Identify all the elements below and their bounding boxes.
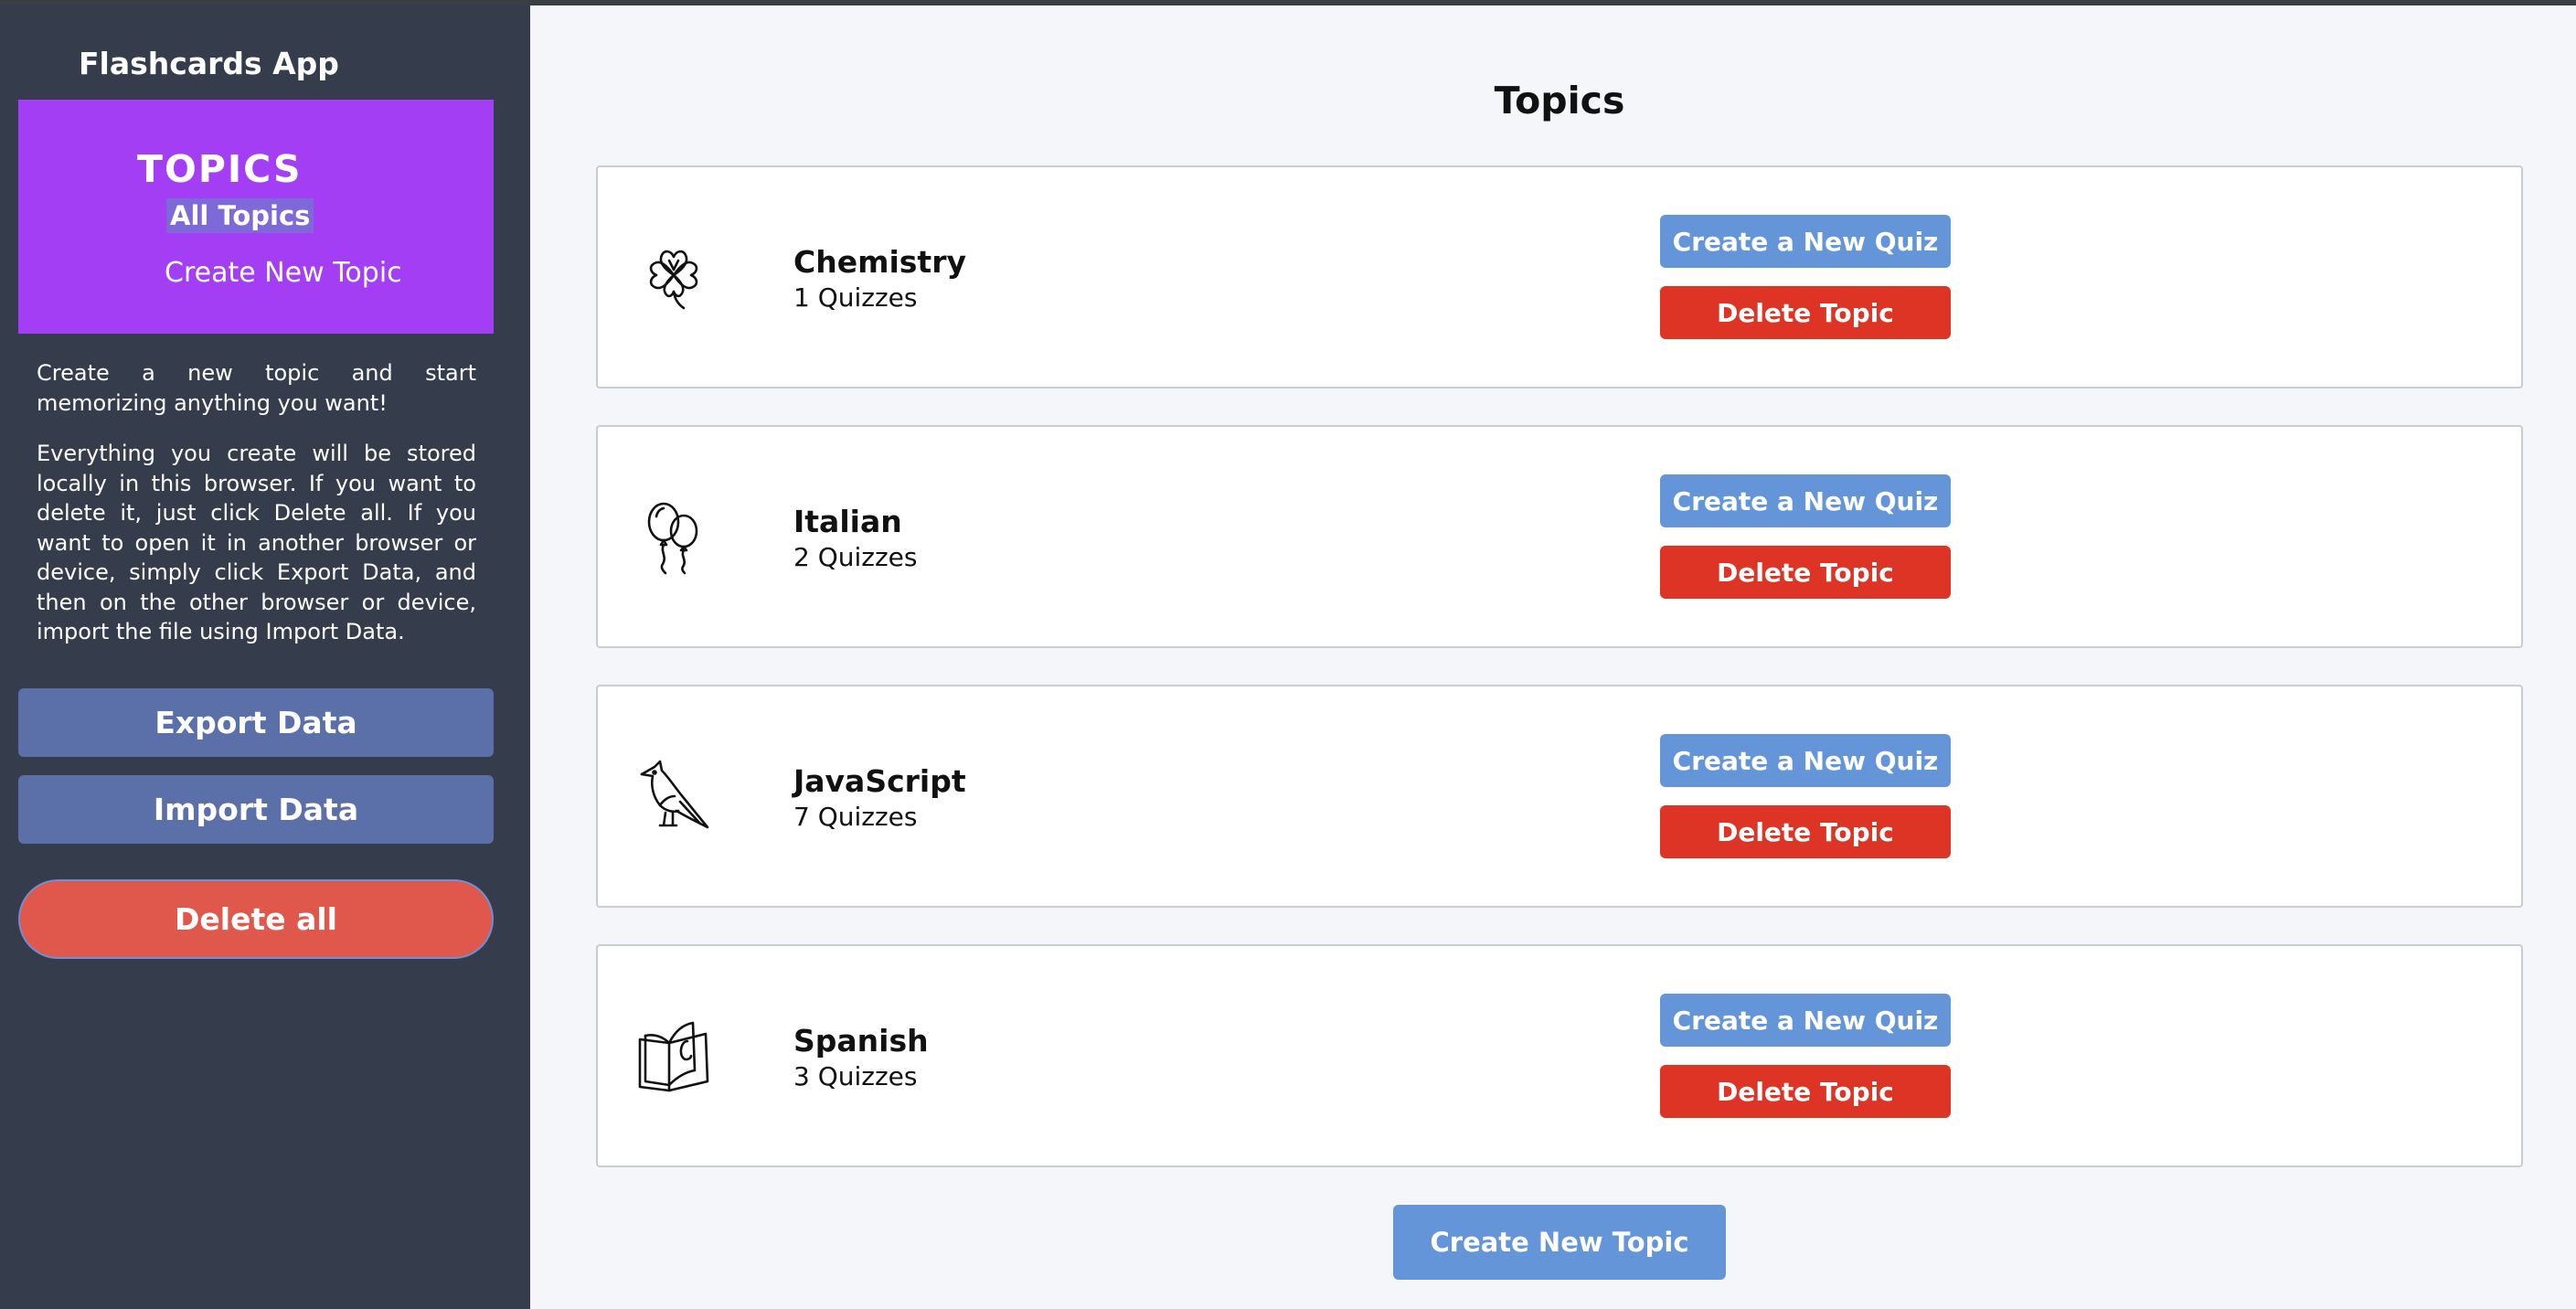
create-quiz-button[interactable]: Create a New Quiz [1660,994,1951,1047]
topic-card: Spanish 3 Quizzes Create a New Quiz Dele… [596,944,2523,1167]
delete-topic-button[interactable]: Delete Topic [1660,805,1951,858]
create-quiz-button[interactable]: Create a New Quiz [1660,474,1951,527]
topic-quiz-count: 3 Quizzes [793,1061,918,1091]
app-title: Flashcards App [79,46,339,81]
delete-topic-button[interactable]: Delete Topic [1660,286,1951,339]
nav-create-new-topic[interactable]: Create New Topic [165,257,402,289]
bird-icon [633,754,715,836]
delete-topic-button[interactable]: Delete Topic [1660,546,1951,599]
topic-card: JavaScript 7 Quizzes Create a New Quiz D… [596,685,2523,908]
create-new-topic-button[interactable]: Create New Topic [1393,1205,1726,1280]
topic-card: Chemistry 1 Quizzes Create a New Quiz De… [596,165,2523,388]
topic-card: Italian 2 Quizzes Create a New Quiz Dele… [596,425,2523,648]
nav-all-topics[interactable]: All Topics [166,198,314,233]
sidebar-description-storage: Everything you create will be stored loc… [37,441,476,644]
delete-topic-button[interactable]: Delete Topic [1660,1065,1951,1118]
topic-name: Italian [793,504,902,539]
topic-name: Spanish [793,1023,929,1059]
four-leaf-clover-icon [633,235,715,317]
topic-quiz-count: 7 Quizzes [793,802,918,832]
book-icon [633,1014,715,1096]
create-quiz-button[interactable]: Create a New Quiz [1660,215,1951,268]
topics-heading: TOPICS [137,147,303,191]
topic-name: Chemistry [793,244,966,280]
balloons-icon [633,495,715,577]
page-title: Topics [1494,79,1625,122]
sidebar: Flashcards App TOPICS All Topics Create … [0,5,530,1309]
import-data-button[interactable]: Import Data [18,775,494,844]
create-quiz-button[interactable]: Create a New Quiz [1660,734,1951,787]
topic-name: JavaScript [793,763,966,799]
delete-all-button[interactable]: Delete all [18,879,494,959]
topic-quiz-count: 1 Quizzes [793,282,918,313]
topics-nav: TOPICS All Topics Create New Topic [18,100,494,334]
export-data-button[interactable]: Export Data [18,688,494,757]
topic-quiz-count: 2 Quizzes [793,542,918,572]
sidebar-description-intro: Create a new topic and start memorizing … [37,360,476,416]
